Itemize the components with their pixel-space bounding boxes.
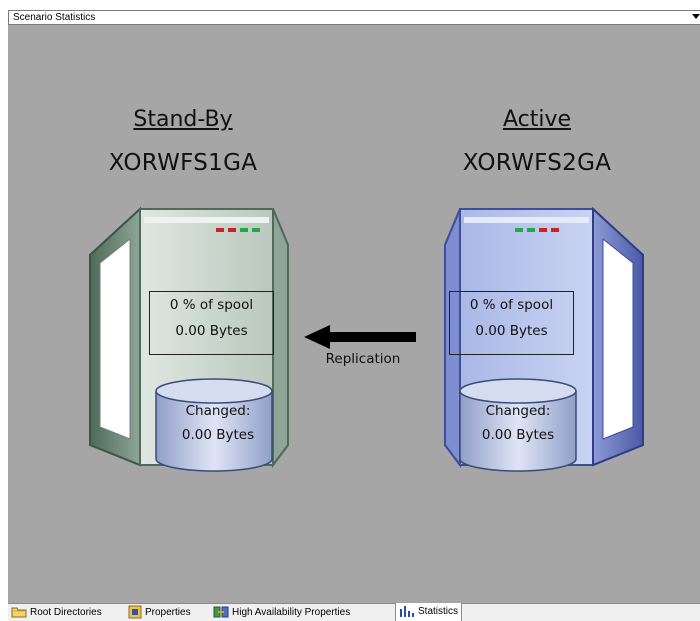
standby-spool-box: 0 % of spool 0.00 Bytes bbox=[149, 291, 274, 355]
statistics-stage: Stand-By XORWFS1GA 0 % of spool 0.00 Byt… bbox=[8, 25, 700, 603]
panel-dropdown-button[interactable] bbox=[690, 11, 700, 24]
statistics-icon bbox=[400, 606, 414, 618]
standby-changed-block: Changed: 0.00 Bytes bbox=[158, 399, 278, 447]
standby-spool-bytes: 0.00 Bytes bbox=[175, 323, 248, 339]
tab-properties[interactable]: Properties bbox=[128, 604, 191, 621]
tab-statistics[interactable]: Statistics bbox=[395, 603, 463, 621]
active-changed-block: Changed: 0.00 Bytes bbox=[458, 399, 578, 447]
active-spool-box: 0 % of spool 0.00 Bytes bbox=[449, 291, 574, 355]
active-spool-bytes: 0.00 Bytes bbox=[475, 323, 548, 339]
active-role-title: Active bbox=[502, 107, 572, 132]
standby-spool-percent: 0 % of spool bbox=[169, 297, 254, 313]
chevron-down-icon bbox=[692, 14, 700, 19]
ha-properties-icon bbox=[213, 606, 229, 618]
standby-role-title: Stand-By bbox=[133, 107, 233, 132]
tab-properties-label: Properties bbox=[145, 607, 191, 618]
tab-statistics-label: Statistics bbox=[418, 606, 459, 617]
active-changed-label: Changed: bbox=[485, 403, 551, 419]
replication-label: Replication bbox=[325, 351, 401, 367]
standby-led-1 bbox=[216, 228, 224, 232]
replication-arrow-icon bbox=[304, 325, 416, 349]
tab-high-availability-properties-label: High Availability Properties bbox=[232, 607, 351, 618]
panel-title: Scenario Statistics bbox=[13, 12, 96, 23]
active-spool-percent: 0 % of spool bbox=[469, 297, 554, 313]
active-led-3 bbox=[539, 228, 547, 232]
standby-changed-label: Changed: bbox=[185, 403, 251, 419]
active-led-4 bbox=[551, 228, 559, 232]
standby-host-name: XORWFS1GA bbox=[108, 150, 258, 176]
active-led-2 bbox=[527, 228, 535, 232]
properties-icon bbox=[128, 605, 142, 619]
bottom-tab-bar: Root Directories Properties High Availab… bbox=[8, 603, 700, 621]
standby-led-4 bbox=[252, 228, 260, 232]
tab-high-availability-properties[interactable]: High Availability Properties bbox=[213, 604, 350, 621]
panel-header: Scenario Statistics bbox=[8, 10, 700, 25]
folder-icon bbox=[11, 607, 27, 618]
standby-led-3 bbox=[240, 228, 248, 232]
standby-changed-bytes: 0.00 Bytes bbox=[181, 427, 255, 443]
active-host-name: XORWFS2GA bbox=[462, 150, 612, 176]
standby-led-2 bbox=[228, 228, 236, 232]
active-changed-bytes: 0.00 Bytes bbox=[481, 427, 555, 443]
active-led-1 bbox=[515, 228, 523, 232]
tab-root-directories[interactable]: Root Directories bbox=[11, 604, 102, 621]
tab-root-directories-label: Root Directories bbox=[30, 607, 102, 618]
